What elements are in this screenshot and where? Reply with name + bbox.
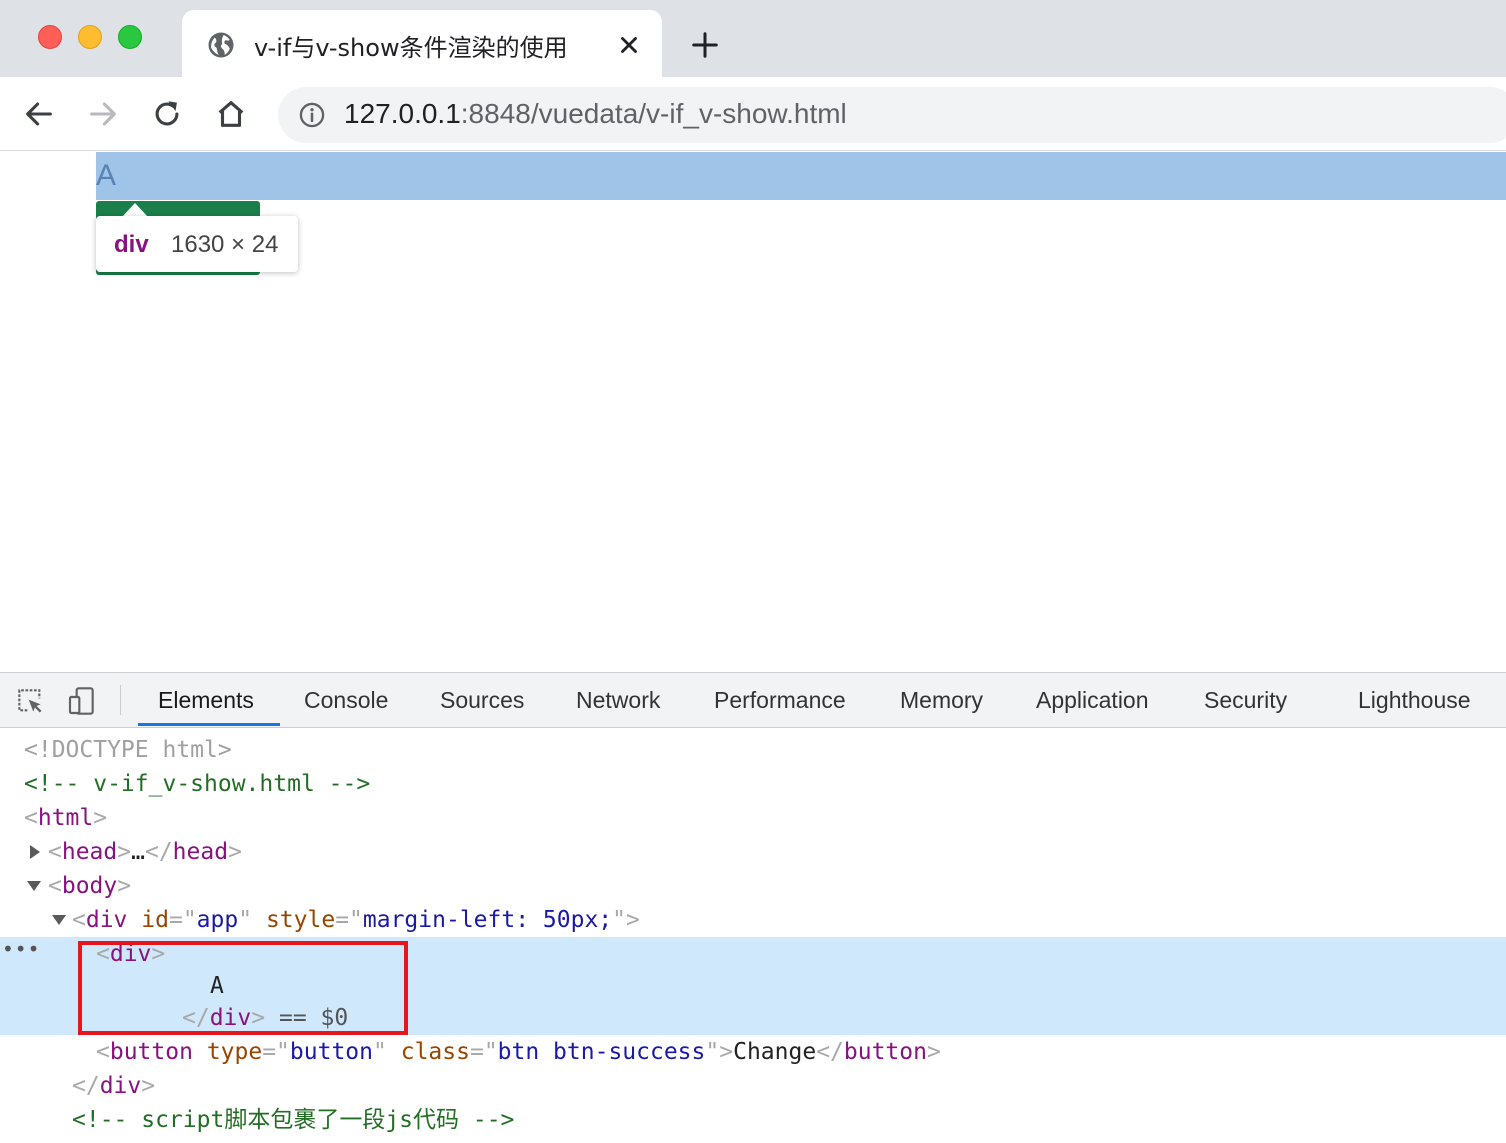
dom-comment: <!-- v-if_v-show.html --> xyxy=(24,771,371,797)
page-viewport: A div 1630 × 24 xyxy=(0,151,1506,672)
dom-doctype-line[interactable]: <!DOCTYPE html> xyxy=(24,733,232,767)
dom-head-ellipsis: … xyxy=(131,839,145,865)
dom-attr-value: app xyxy=(196,907,239,933)
new-tab-icon[interactable] xyxy=(690,30,720,60)
info-icon[interactable] xyxy=(298,101,326,129)
node-actions-ellipsis[interactable]: ••• xyxy=(2,937,40,961)
globe-icon xyxy=(208,32,234,58)
dom-attr-value: margin-left: 50px; xyxy=(362,907,613,933)
dom-head-tag: head xyxy=(61,839,118,865)
tab-network[interactable]: Network xyxy=(576,687,660,714)
dom-div-close-tag: div xyxy=(99,1073,142,1099)
tab-strip: v-if与v-show条件渲染的使用 xyxy=(0,0,1506,77)
dom-attr-value: button xyxy=(289,1039,373,1065)
url-text: 127.0.0.1:8848/vuedata/v-if_v-show.html xyxy=(344,98,847,130)
devtools-panel: Elements Console Sources Network Perform… xyxy=(0,672,1506,1143)
minimize-window-button[interactable] xyxy=(78,25,102,49)
tooltip-tag-name: div xyxy=(114,231,149,258)
tab-application[interactable]: Application xyxy=(1036,687,1149,714)
page-content-text: A xyxy=(96,159,117,192)
dom-head-line[interactable]: <head>…</head> xyxy=(48,835,242,869)
dom-html-tag: html xyxy=(37,805,94,831)
tab-console[interactable]: Console xyxy=(304,687,388,714)
collapse-arrow-icon[interactable] xyxy=(27,881,41,891)
dom-body-tag: body xyxy=(61,873,118,899)
inspect-element-icon[interactable] xyxy=(14,685,46,717)
tab-elements[interactable]: Elements xyxy=(158,687,254,714)
expand-arrow-icon[interactable] xyxy=(30,845,40,859)
dom-attr-name: type xyxy=(206,1039,263,1065)
dom-body-line[interactable]: <body> xyxy=(48,869,131,903)
dom-attr-name: style xyxy=(265,907,336,933)
toolbar-separator xyxy=(120,685,121,715)
dom-app-div-close[interactable]: </div> xyxy=(72,1069,155,1103)
tooltip-dimensions: 1630 × 24 xyxy=(171,231,279,258)
device-toolbar-icon[interactable] xyxy=(66,685,98,717)
reload-icon[interactable] xyxy=(150,97,184,131)
browser-toolbar: 127.0.0.1:8848/vuedata/v-if_v-show.html xyxy=(0,77,1506,151)
maximize-window-button[interactable] xyxy=(118,25,142,49)
dom-script-comment-line[interactable]: <!-- script脚本包裹了一段js代码 --> xyxy=(72,1103,514,1137)
dom-attr-name: id xyxy=(141,907,169,933)
dom-comment-line[interactable]: <!-- v-if_v-show.html --> xyxy=(24,767,370,801)
close-window-button[interactable] xyxy=(38,25,62,49)
collapse-arrow-icon[interactable] xyxy=(52,915,66,925)
dom-head-close-tag: head xyxy=(172,839,229,865)
tab-title: v-if与v-show条件渲染的使用 xyxy=(254,34,568,62)
tab-lighthouse[interactable]: Lighthouse xyxy=(1358,687,1471,714)
url-host: 127.0.0.1 xyxy=(344,98,461,129)
dom-button-close-tag: button xyxy=(843,1039,927,1065)
dom-doctype: <!DOCTYPE html> xyxy=(24,737,232,763)
element-highlight-overlay xyxy=(96,152,1506,200)
dom-comment: <!-- script脚本包裹了一段js代码 --> xyxy=(72,1107,515,1133)
back-arrow-icon[interactable] xyxy=(22,97,56,131)
elements-dom-tree: ••• <!DOCTYPE html> <!-- v-if_v-show.htm… xyxy=(0,729,1506,1143)
dom-html-line[interactable]: <html> xyxy=(24,801,107,835)
tab-memory[interactable]: Memory xyxy=(900,687,983,714)
tab-security[interactable]: Security xyxy=(1204,687,1287,714)
browser-tab[interactable]: v-if与v-show条件渲染的使用 xyxy=(182,10,662,77)
tab-sources[interactable]: Sources xyxy=(440,687,524,714)
tooltip-arrow xyxy=(122,203,148,217)
forward-arrow-icon[interactable] xyxy=(86,97,120,131)
dom-div-tag: div xyxy=(85,907,128,933)
dom-app-div-line[interactable]: <div id="app" style="margin-left: 50px;"… xyxy=(72,903,640,937)
active-tab-indicator xyxy=(138,723,280,726)
close-tab-icon[interactable] xyxy=(616,32,642,58)
dom-button-line[interactable]: <button type="button" class="btn btn-suc… xyxy=(96,1035,941,1069)
tab-performance[interactable]: Performance xyxy=(714,687,846,714)
dom-button-tag: button xyxy=(109,1039,193,1065)
inspect-tooltip: div 1630 × 24 xyxy=(96,216,298,272)
url-path: :8848/vuedata/v-if_v-show.html xyxy=(460,98,847,129)
home-icon[interactable] xyxy=(214,97,248,131)
address-bar[interactable]: 127.0.0.1:8848/vuedata/v-if_v-show.html xyxy=(278,87,1506,143)
dom-attr-value: btn btn-success xyxy=(497,1039,706,1065)
dom-attr-name: class xyxy=(400,1039,470,1065)
dom-button-text: Change xyxy=(733,1039,817,1065)
annotation-red-box xyxy=(78,941,408,1035)
devtools-tab-bar: Elements Console Sources Network Perform… xyxy=(0,673,1506,728)
